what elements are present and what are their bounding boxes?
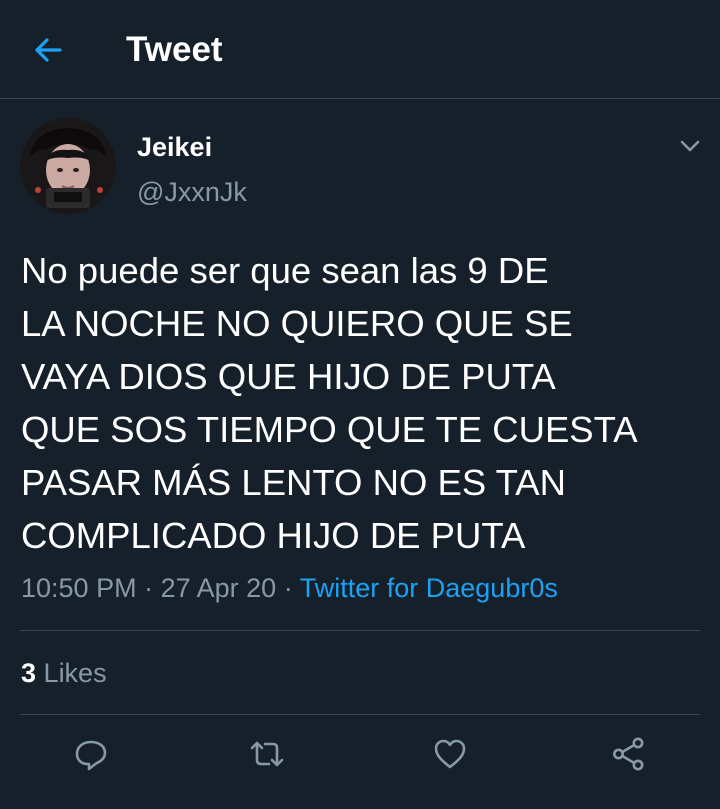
chevron-down-icon <box>680 140 700 152</box>
reply-button[interactable] <box>72 735 110 773</box>
author-handle[interactable]: @JxxnJk <box>137 176 247 208</box>
likes-stat[interactable]: 3 Likes <box>21 656 107 690</box>
share-button[interactable] <box>610 735 648 773</box>
tweet-time: 10:50 PM <box>21 573 137 603</box>
likes-count: 3 <box>21 658 37 688</box>
reply-icon <box>75 740 107 771</box>
heart-icon <box>434 739 466 769</box>
author-display-name[interactable]: Jeikei <box>137 131 212 163</box>
separator: · <box>283 573 293 603</box>
divider <box>20 630 700 631</box>
share-icon <box>613 737 644 771</box>
tweet-text: No puede ser que sean las 9 DE LA NOCHE … <box>21 250 638 556</box>
avatar[interactable] <box>20 118 116 214</box>
avatar-photo <box>20 118 116 214</box>
divider <box>20 714 700 715</box>
tweet-date: 27 Apr 20 <box>160 573 277 603</box>
top-bar: Tweet <box>0 0 720 99</box>
tweet-metadata: 10:50 PM · 27 Apr 20 · Twitter for Daegu… <box>21 570 558 606</box>
like-button[interactable] <box>431 735 469 773</box>
retweet-icon <box>250 741 284 767</box>
arrow-left-icon <box>35 38 62 62</box>
back-button[interactable] <box>28 30 68 70</box>
page-title: Tweet <box>126 30 223 69</box>
retweet-button[interactable] <box>248 735 286 773</box>
more-options-button[interactable] <box>676 132 704 160</box>
separator: · <box>144 573 154 603</box>
tweet-source-link[interactable]: Twitter for Daegubr0s <box>300 573 558 603</box>
likes-label: Likes <box>43 658 107 688</box>
